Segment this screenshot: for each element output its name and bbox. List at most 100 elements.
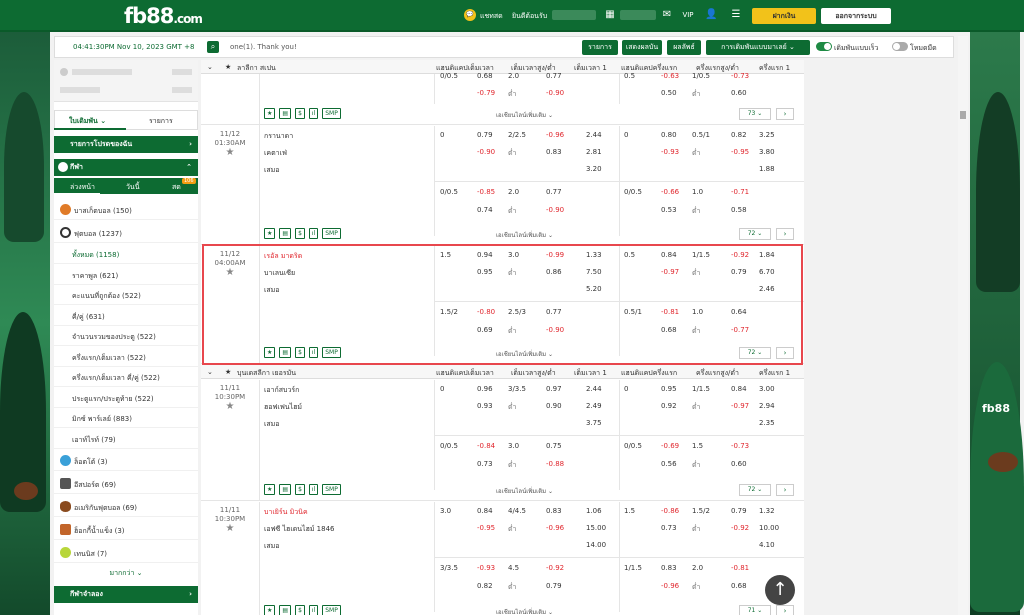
tab-bet-slip[interactable]: ใบเดิมพัน ⌄ <box>69 116 106 127</box>
odds-cell[interactable]: 1.06 <box>586 507 602 515</box>
football-market-item[interactable]: ทั้งหมด (1158) <box>54 244 198 264</box>
odds-cell[interactable]: 0.84 <box>731 385 747 393</box>
list-button[interactable]: รายการ <box>582 40 618 55</box>
expand-arrow-button[interactable]: › <box>776 108 794 120</box>
football-market-item[interactable]: มิกซ์ พาร์เลย์ (883) <box>54 408 198 428</box>
odds-cell[interactable]: 0.92 <box>661 402 677 410</box>
odds-cell[interactable]: 0.53 <box>661 206 677 214</box>
sport-esports[interactable]: อีสปอร์ต (69) <box>54 474 198 494</box>
mail-icon[interactable]: ✉ <box>661 9 673 21</box>
stats-icon[interactable]: ıl <box>308 228 319 239</box>
collapse-icon[interactable]: ⌄ <box>207 368 213 376</box>
odds-cell[interactable]: 0.75 <box>546 442 562 450</box>
quick-bet-toggle[interactable] <box>816 42 832 51</box>
dollar-icon[interactable]: $ <box>295 605 305 615</box>
odds-cell[interactable]: -0.81 <box>661 308 679 316</box>
odds-cell[interactable]: 15.00 <box>586 524 606 532</box>
odds-cell[interactable]: -0.95 <box>477 524 495 532</box>
odds-cell[interactable]: 0.79 <box>731 507 747 515</box>
odds-cell[interactable]: -0.93 <box>477 564 495 572</box>
odds-cell[interactable]: 0.95 <box>477 268 493 276</box>
star-icon[interactable]: ★ <box>264 605 276 615</box>
more-asian-lines-link[interactable]: เอเชียนไลน์เพิ่มเติม ⌄ <box>496 486 553 496</box>
favorites-bar[interactable]: รายการโปรดของฉัน › <box>54 136 198 153</box>
football-market-item[interactable]: ราคาพูล (621) <box>54 265 198 285</box>
odds-cell[interactable]: 0.82 <box>731 131 747 139</box>
odds-cell[interactable]: -0.97 <box>661 268 679 276</box>
football-market-item[interactable]: คี่/คู่ (631) <box>54 306 198 326</box>
star-icon[interactable]: ★ <box>264 228 276 239</box>
stats-button[interactable]: ผลลัพธ์ <box>667 40 701 55</box>
odds-cell[interactable]: -0.95 <box>731 148 749 156</box>
odds-cell[interactable]: -0.80 <box>477 308 495 316</box>
wallet-icon[interactable]: ▦ <box>604 9 616 21</box>
odds-cell[interactable]: -0.77 <box>731 326 749 334</box>
stats-icon[interactable]: ıl <box>308 484 319 495</box>
odds-cell[interactable]: 0.82 <box>477 582 493 590</box>
odds-cell[interactable]: 0.73 <box>661 524 677 532</box>
odds-cell[interactable]: -0.73 <box>731 72 749 80</box>
dollar-icon[interactable]: $ <box>295 484 305 495</box>
sports-bar[interactable]: กีฬา ⌃ <box>54 159 198 176</box>
expand-arrow-button[interactable]: › <box>776 605 794 615</box>
odds-cell[interactable]: 0.84 <box>661 251 677 259</box>
odds-cell[interactable]: -0.99 <box>546 251 564 259</box>
more-asian-lines-link[interactable]: เอเชียนไลน์เพิ่มเติม ⌄ <box>496 349 553 359</box>
odds-cell[interactable]: 2.35 <box>759 419 775 427</box>
odds-cell[interactable]: 0.74 <box>477 206 493 214</box>
odds-cell[interactable]: 3.20 <box>586 165 602 173</box>
dark-mode-toggle[interactable] <box>892 42 908 51</box>
odds-cell[interactable]: 0.84 <box>477 507 493 515</box>
odds-cell[interactable]: -0.73 <box>731 442 749 450</box>
odds-cell[interactable]: 4.10 <box>759 541 775 549</box>
odds-cell[interactable]: 5.20 <box>586 285 602 293</box>
stats-icon[interactable]: ıl <box>308 108 319 119</box>
star-icon[interactable]: ★ <box>264 347 276 358</box>
back-to-top-button[interactable]: ↑ <box>765 575 795 605</box>
odds-cell[interactable]: 0.69 <box>477 326 493 334</box>
football-market-item[interactable]: ประตูแรก/ประตูท้าย (522) <box>54 388 198 408</box>
markets-count-select[interactable]: 72 ⌄ <box>739 228 771 240</box>
odds-cell[interactable]: 2.44 <box>586 131 602 139</box>
odds-cell[interactable]: 0.68 <box>661 326 677 334</box>
odds-cell[interactable]: 3.00 <box>759 385 775 393</box>
odds-cell[interactable]: -0.92 <box>546 564 564 572</box>
odds-cell[interactable]: 2.44 <box>586 385 602 393</box>
more-asian-lines-link[interactable]: เอเชียนไลน์เพิ่มเติม ⌄ <box>496 110 553 120</box>
bet-slip-icon[interactable]: ▤ <box>279 605 292 615</box>
odds-cell[interactable]: -0.90 <box>546 326 564 334</box>
scrollbar[interactable] <box>958 36 968 615</box>
odds-cell[interactable]: -0.71 <box>731 188 749 196</box>
scroll-thumb[interactable] <box>960 111 966 119</box>
stats-icon[interactable]: ıl <box>308 605 319 615</box>
virtual-sports-bar[interactable]: กีฬาจำลอง › <box>54 586 198 603</box>
bet-slip-icon[interactable]: ▤ <box>279 108 292 119</box>
odds-cell[interactable]: 2.94 <box>759 402 775 410</box>
odds-cell[interactable]: 3.75 <box>586 419 602 427</box>
odds-cell[interactable]: -0.66 <box>661 188 679 196</box>
bet-slip-icon[interactable]: ▤ <box>279 228 292 239</box>
favorite-star-icon[interactable]: ★ <box>201 148 259 158</box>
expand-arrow-button[interactable]: › <box>776 228 794 240</box>
odds-cell[interactable]: 0.95 <box>661 385 677 393</box>
smp-icon[interactable]: SMP <box>322 108 341 119</box>
stats-icon[interactable]: ıl <box>308 347 319 358</box>
football-market-item[interactable]: คะแนนที่ถูกต้อง (522) <box>54 285 198 305</box>
chat-icon[interactable]: 💬 <box>464 9 476 21</box>
sport-ice-hockey[interactable]: ฮ็อกกี้น้ำแข็ง (3) <box>54 520 198 540</box>
odds-cell[interactable]: -0.63 <box>661 72 679 80</box>
markets-count-select[interactable]: 72 ⌄ <box>739 484 771 496</box>
markets-count-select[interactable]: 73 ⌄ <box>739 108 771 120</box>
odds-cell[interactable]: 6.70 <box>759 268 775 276</box>
sport-basketball[interactable]: บาสเก็ตบอล (150) <box>54 200 198 220</box>
odds-cell[interactable]: -0.86 <box>661 507 679 515</box>
odds-cell[interactable]: -0.96 <box>661 582 679 590</box>
odds-cell[interactable]: -0.97 <box>731 402 749 410</box>
sport-american-football[interactable]: อเมริกันฟุตบอล (69) <box>54 497 198 517</box>
odds-cell[interactable]: 0.77 <box>546 188 562 196</box>
logout-button[interactable]: ออกจากระบบ <box>821 8 891 24</box>
odds-cell[interactable]: -0.93 <box>661 148 679 156</box>
more-asian-lines-link[interactable]: เอเชียนไลน์เพิ่มเติม ⌄ <box>496 607 553 615</box>
odds-cell[interactable]: 0.97 <box>546 385 562 393</box>
odds-cell[interactable]: 0.60 <box>731 89 747 97</box>
